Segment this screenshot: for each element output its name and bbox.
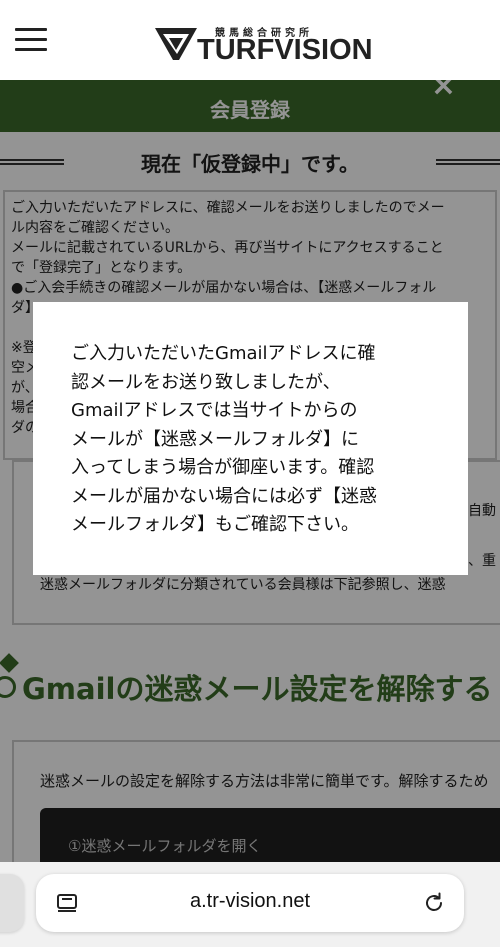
turfvision-logo[interactable]: 競馬総合研究所 TURFVISION: [155, 24, 373, 66]
address-bar[interactable]: a.tr-vision.net: [36, 874, 464, 932]
modal-text-line: Gmailアドレスでは当サイトからの: [71, 400, 358, 421]
logo-mark-icon: [155, 28, 197, 60]
previous-tab[interactable]: [0, 874, 24, 932]
hamburger-menu-icon[interactable]: [15, 28, 47, 52]
modal-text-line: メールが【迷惑メールフォルダ】に: [71, 428, 359, 450]
logo-text: TURFVISION: [197, 34, 373, 66]
modal-text-line: メールフォルダ】もご確認下さい。: [71, 514, 359, 535]
browser-toolbar: a.tr-vision.net: [0, 862, 500, 947]
site-header: 競馬総合研究所 TURFVISION: [0, 0, 500, 80]
url-text[interactable]: a.tr-vision.net: [36, 890, 464, 913]
modal-text-line: 入ってしまう場合が御座います。確認: [71, 457, 375, 478]
gmail-notice-modal: ご入力いただいたGmailアドレスに確 認メールをお送り致しましたが、 Gmai…: [33, 302, 468, 575]
modal-text-line: 認メールをお送り致しましたが、: [71, 371, 341, 393]
modal-text-line: メールが届かない場合には必ず【迷惑: [71, 485, 377, 507]
reload-icon[interactable]: [422, 891, 446, 915]
modal-text-line: ご入力いただいたGmailアドレスに確: [71, 343, 376, 364]
